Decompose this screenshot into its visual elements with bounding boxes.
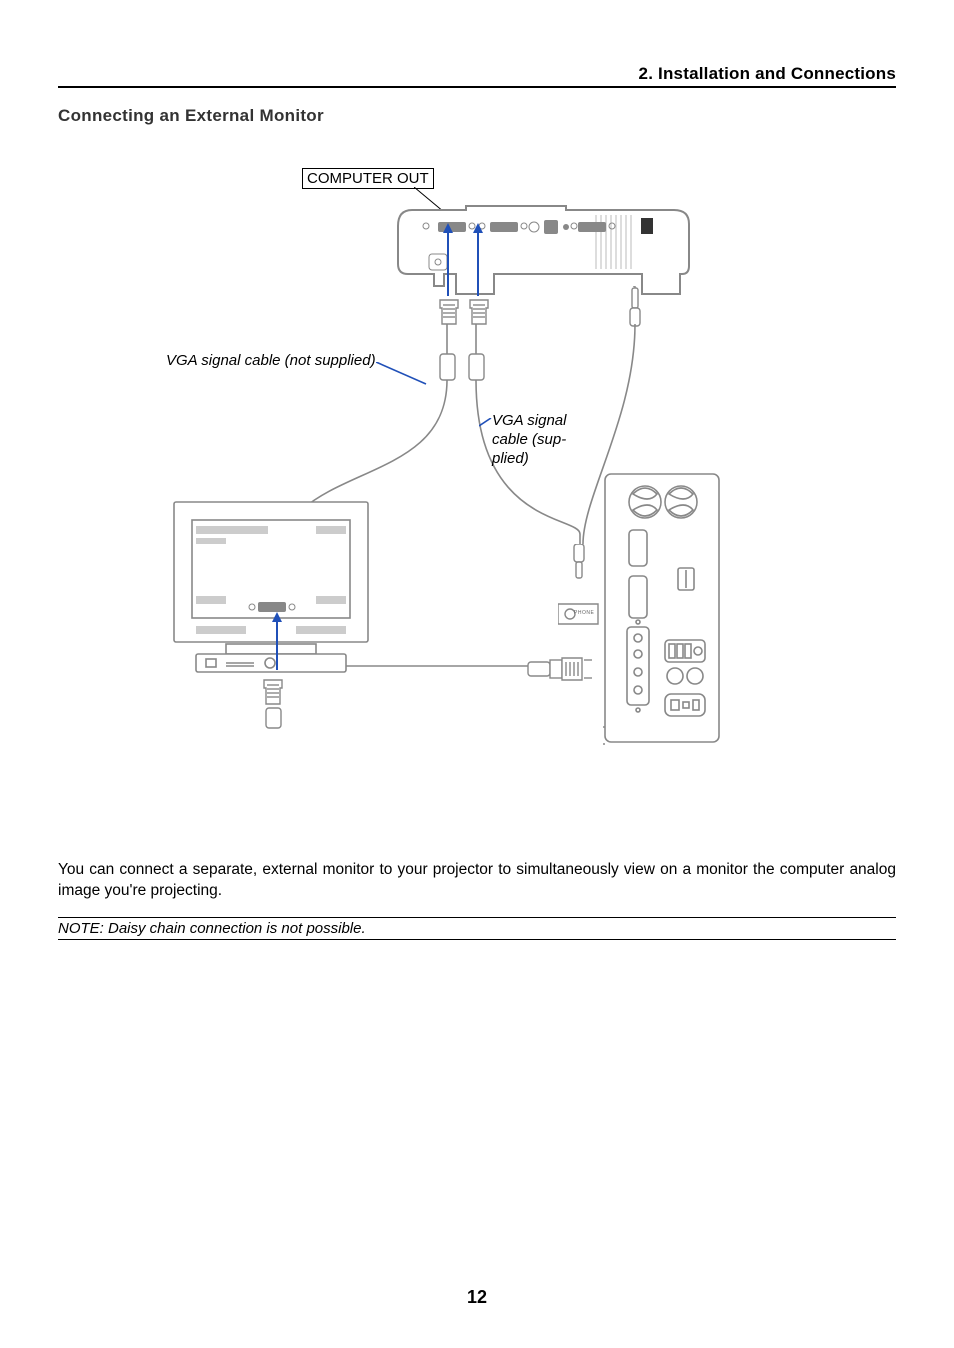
- chapter-header: 2. Installation and Connections: [58, 64, 896, 88]
- vga-plug-icon: [526, 654, 596, 684]
- manual-page: 2. Installation and Connections Connecti…: [0, 0, 954, 1348]
- desktop-tower-icon: [603, 472, 723, 752]
- callout-vga-not-supplied: VGA signal cable (not supplied): [166, 352, 376, 371]
- tiny-port-label: PHONE: [574, 610, 594, 616]
- body-paragraph: You can connect a separate, external mon…: [58, 860, 896, 902]
- callout-vga-supplied: VGA signal cable (sup- plied): [492, 412, 582, 468]
- page-number: 12: [0, 1287, 954, 1308]
- note-block: NOTE: Daisy chain connection is not poss…: [58, 917, 896, 940]
- connection-diagram: COMPUTER OUT: [58, 156, 896, 806]
- note-text: NOTE: Daisy chain connection is not poss…: [58, 920, 366, 937]
- leader-line-icon: [376, 362, 434, 390]
- section-heading: Connecting an External Monitor: [58, 106, 896, 126]
- chapter-title: 2. Installation and Connections: [639, 64, 896, 84]
- arrow-icon: [270, 610, 284, 676]
